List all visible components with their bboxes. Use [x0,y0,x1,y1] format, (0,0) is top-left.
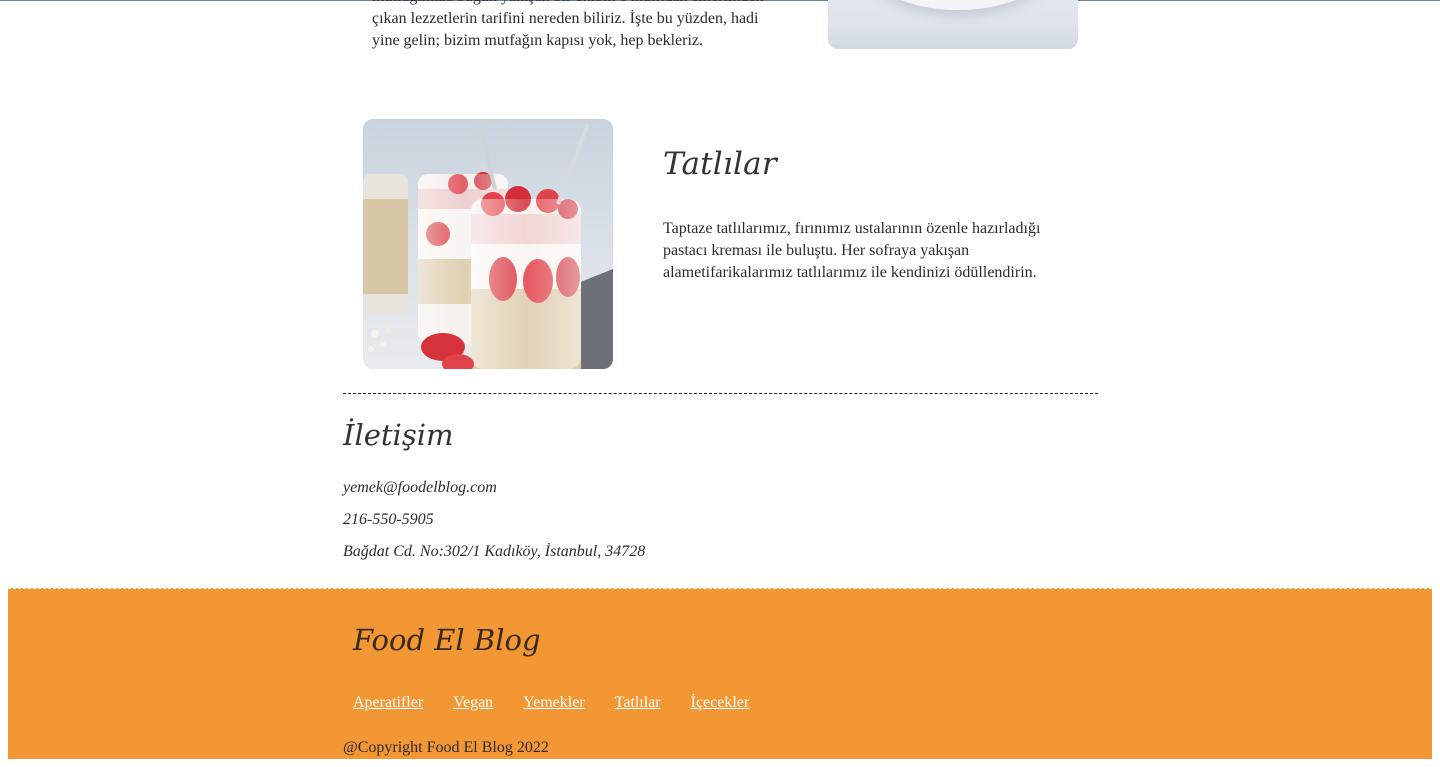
footer-link-vegan[interactable]: Vegan [453,694,493,712]
parfait-jars-illustration [363,119,613,369]
copyright: @Copyright Food El Blog 2022 [343,739,549,756]
desserts-text-line: Taptaze tatlılarımız, fırınımız ustaları… [663,220,1041,237]
footer-link-yemekler[interactable]: Yemekler [523,694,584,712]
section-divider [343,393,1098,394]
plate-illustration [858,0,1058,10]
desserts-text-line: pastacı kreması ile buluştu. Her sofraya… [663,242,970,259]
desserts-description: Taptaze tatlılarımız, fırınımız ustaları… [663,218,1063,284]
desserts-text-line: alametifarikalarımız tatlılarımız ile ke… [663,264,1037,281]
footer-brand: Food El Blog [353,623,541,657]
previous-text-line: çıkan lezzetlerin tarifini nereden bilir… [372,10,759,27]
previous-section-text: mutfağımıza bugün yakışan bir ekibin e m… [372,0,772,52]
contact-email: yemek@foodelblog.com [343,479,497,496]
footer-link-aperatifler[interactable]: Aperatifler [353,694,423,712]
desserts-title: Tatlılar [663,146,777,182]
contact-phone: 216-550-5905 [343,511,434,528]
previous-text-line: yine gelin; bizim mutfağın kapısı yok, h… [372,32,704,49]
footer-link-icecekler[interactable]: İçecekler [691,694,750,712]
contact-address: Bağdat Cd. No:302/1 Kadıköy, İstanbul, 3… [343,543,646,560]
contact-title: İletişim [343,418,454,452]
footer-link-tatlilar[interactable]: Tatlılar [615,694,661,712]
footer: Food El Blog Aperatifler Vegan Yemekler … [8,588,1432,759]
previous-text-line: mutfağımıza bugün yakışan bir ekibin e m… [372,0,772,8]
previous-section-image [828,0,1078,49]
footer-nav: Aperatifler Vegan Yemekler Tatlılar İçec… [353,694,749,712]
desserts-image [363,119,613,369]
